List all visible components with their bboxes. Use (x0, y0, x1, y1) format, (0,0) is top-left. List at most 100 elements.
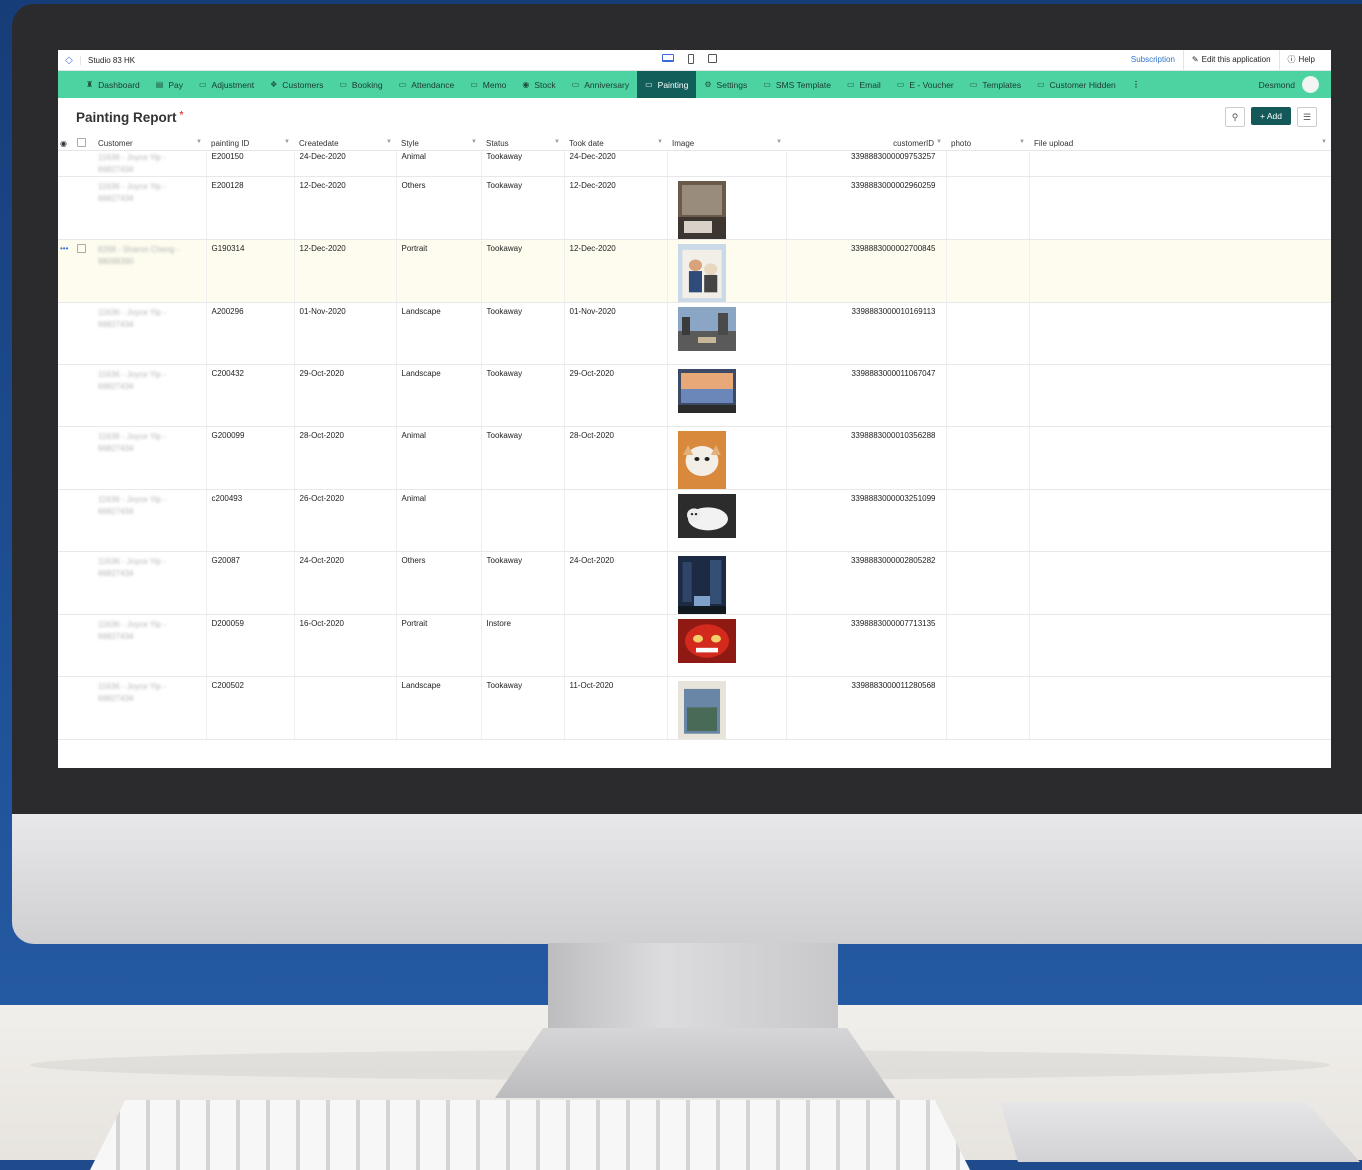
cell-customer[interactable]: 8268 - Sharon Cheng - 98098390 (93, 239, 207, 303)
row-actions[interactable] (58, 302, 75, 365)
cell-photo[interactable] (946, 489, 1030, 552)
column-header-photo[interactable]: photo ▼ (946, 136, 1029, 151)
cell-customer[interactable]: 11636 - Joyce Yip - 66827434 (93, 551, 207, 615)
dog-painting-image[interactable] (677, 431, 726, 489)
cell-style[interactable]: Animal (396, 489, 482, 552)
cell-status[interactable] (481, 489, 565, 552)
caret-down-icon[interactable]: ▼ (554, 139, 560, 145)
cell-status[interactable]: Instore (481, 614, 565, 677)
search-button[interactable]: ⚲ (1225, 107, 1246, 127)
cell-customer[interactable]: 11636 - Joyce Yip - 66827434 (93, 614, 207, 677)
cell-style[interactable]: Landscape (396, 364, 482, 427)
row-actions[interactable] (58, 676, 75, 740)
canvas-painting-image[interactable] (677, 681, 726, 739)
cell-customer-id[interactable]: 3398883000009753257 (786, 150, 947, 177)
table-row[interactable]: 11636 - Joyce Yip - 66827434 G20087 24-Oct… (58, 551, 1331, 615)
cell-createdate[interactable]: 28-Oct-2020 (294, 426, 397, 490)
cell-photo[interactable] (946, 676, 1030, 740)
cell-customer[interactable]: 11636 - Joyce Yip - 66827434 (93, 489, 207, 552)
cell-took-date[interactable]: 12-Dec-2020 (564, 239, 668, 303)
column-header-customer[interactable]: Customer ▼ (93, 136, 206, 151)
cell-style[interactable]: Animal (396, 150, 482, 177)
cell-status[interactable]: Tookaway (481, 364, 565, 427)
cell-customer-id[interactable]: 3398883000002700845 (786, 239, 947, 303)
favorite-star-icon[interactable]: * (180, 110, 184, 121)
nav-item-dashboard[interactable]: ♜ Dashboard (58, 71, 148, 98)
row-actions[interactable] (58, 150, 75, 177)
cell-file-upload[interactable] (1029, 614, 1331, 677)
cell-photo[interactable] (946, 239, 1030, 303)
cell-customer-id[interactable]: 3398883000002960259 (786, 176, 947, 240)
cell-image[interactable] (667, 551, 787, 615)
cell-customer-id[interactable]: 3398883000007713135 (786, 614, 947, 677)
cell-createdate[interactable]: 01-Nov-2020 (294, 302, 397, 365)
street-painting-image[interactable] (677, 556, 726, 614)
cell-file-upload[interactable] (1029, 150, 1331, 177)
cell-photo[interactable] (946, 614, 1030, 677)
cat-painting-image[interactable] (677, 494, 736, 538)
cell-customer[interactable]: 11636 - Joyce Yip - 66827434 (93, 676, 207, 740)
cell-status[interactable]: Tookaway (481, 150, 565, 177)
cell-photo[interactable] (946, 364, 1030, 427)
room-painting-image[interactable] (677, 181, 726, 239)
cell-createdate[interactable]: 29-Oct-2020 (294, 364, 397, 427)
add-button[interactable]: + Add (1251, 107, 1291, 125)
row-actions[interactable] (58, 551, 75, 615)
cell-image[interactable] (667, 302, 787, 365)
cell-photo[interactable] (946, 150, 1030, 177)
cell-file-upload[interactable] (1029, 176, 1331, 240)
table-row[interactable]: ••• 8268 - Sharon Cheng - 98098390 G190314… (58, 239, 1331, 303)
nav-item-e-voucher[interactable]: ▭ E - Voucher (889, 71, 962, 98)
column-header-file-upload[interactable]: File upload ▼ (1029, 136, 1331, 151)
cell-file-upload[interactable] (1029, 426, 1331, 490)
cell-customer-id[interactable]: 3398883000002805282 (786, 551, 947, 615)
cell-customer-id[interactable]: 3398883000010356288 (786, 426, 947, 490)
cell-createdate[interactable]: 26-Oct-2020 (294, 489, 397, 552)
cell-took-date[interactable]: 12-Dec-2020 (564, 176, 668, 240)
cell-file-upload[interactable] (1029, 239, 1331, 303)
cell-photo[interactable] (946, 302, 1030, 365)
nav-item-attendance[interactable]: ▭ Attendance (391, 71, 463, 98)
cell-customer[interactable]: 11636 - Joyce Yip - 66827434 (93, 176, 207, 240)
cell-style[interactable]: Others (396, 551, 482, 615)
cell-createdate[interactable]: 12-Dec-2020 (294, 239, 397, 303)
cell-customer[interactable]: 11636 - Joyce Yip - 66827434 (93, 426, 207, 490)
edit-application-link[interactable]: ✎ Edit this application (1182, 50, 1279, 70)
cell-createdate[interactable]: 16-Oct-2020 (294, 614, 397, 677)
cell-painting-id[interactable]: c200493 (206, 489, 295, 552)
mask-painting-image[interactable] (677, 619, 736, 663)
portrait-painting-image[interactable] (677, 244, 726, 302)
table-row[interactable]: 11636 - Joyce Yip - 66827434 G200099 28-Oc… (58, 426, 1331, 490)
tablet-icon[interactable] (708, 54, 717, 63)
cell-customer-id[interactable]: 3398883000010169113 (786, 302, 947, 365)
cell-customer[interactable]: 11636 - Joyce Yip - 66827434 (93, 364, 207, 427)
cell-file-upload[interactable] (1029, 364, 1331, 427)
cell-photo[interactable] (946, 426, 1030, 490)
cell-painting-id[interactable]: A200296 (206, 302, 295, 365)
table-row[interactable]: 11636 - Joyce Yip - 66827434 D200059 16-Oc… (58, 614, 1331, 677)
table-row[interactable]: 11636 - Joyce Yip - 66827434 E200128 12-De… (58, 176, 1331, 240)
nav-item-sms-template[interactable]: ▭ SMS Template (755, 71, 839, 98)
cell-painting-id[interactable]: G20087 (206, 551, 295, 615)
more-menu-icon[interactable]: ⋮ (1124, 71, 1149, 98)
cell-took-date[interactable]: 28-Oct-2020 (564, 426, 668, 490)
cell-painting-id[interactable]: C200432 (206, 364, 295, 427)
cell-customer[interactable]: 11636 - Joyce Yip - 66827434 (93, 302, 207, 365)
row-actions[interactable] (58, 426, 75, 490)
row-checkbox[interactable] (77, 244, 86, 253)
table-row[interactable]: 11636 - Joyce Yip - 66827434 c200493 26-Oc… (58, 489, 1331, 552)
nav-item-templates[interactable]: ▭ Templates (962, 71, 1029, 98)
nav-item-settings[interactable]: ⚙ Settings (696, 71, 755, 98)
cell-file-upload[interactable] (1029, 676, 1331, 740)
cell-took-date[interactable]: 29-Oct-2020 (564, 364, 668, 427)
cell-image[interactable] (667, 489, 787, 552)
nav-item-email[interactable]: ▭ Email (839, 71, 889, 98)
cell-createdate[interactable] (294, 676, 397, 740)
cell-photo[interactable] (946, 176, 1030, 240)
table-row[interactable]: 11636 - Joyce Yip - 66827434 C200502 Lands… (58, 676, 1331, 740)
menu-button[interactable]: ☰ (1297, 107, 1317, 127)
cell-style[interactable]: Portrait (396, 614, 482, 677)
cell-style[interactable]: Animal (396, 426, 482, 490)
subscription-link[interactable]: Subscription (1123, 50, 1183, 70)
nav-item-stock[interactable]: ◉ Stock (514, 71, 563, 98)
